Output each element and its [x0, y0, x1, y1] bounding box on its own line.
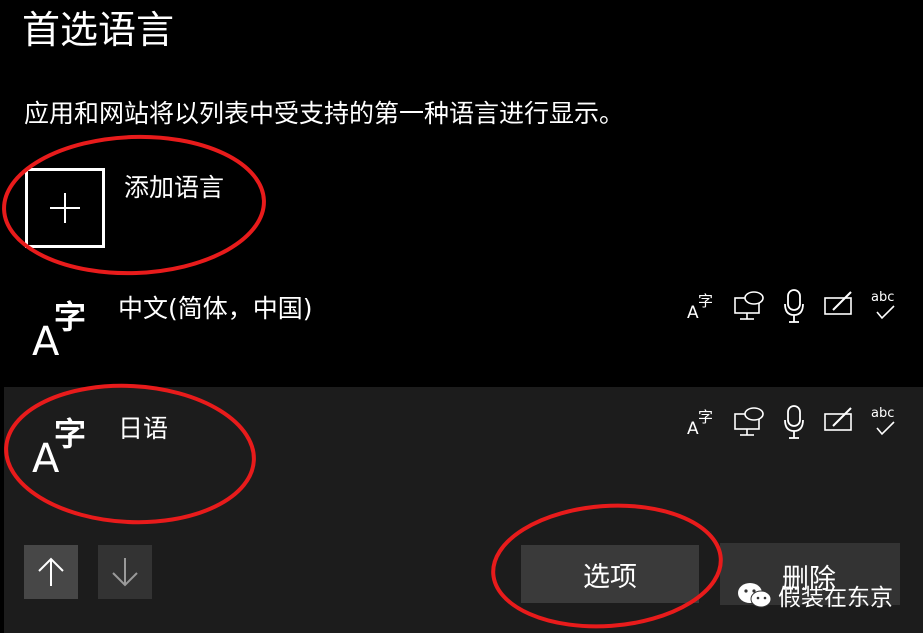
language-name: 中文(简体，中国) [118, 294, 313, 323]
microphone-icon [784, 405, 804, 439]
spell-check-icon: abc [871, 406, 895, 436]
language-feature-icons: A 字 abc [686, 288, 898, 328]
add-language-button[interactable] [25, 168, 105, 248]
add-language-label[interactable]: 添加语言 [124, 170, 224, 206]
move-up-button[interactable] [24, 545, 78, 599]
language-feature-icons: A 字 abc [686, 404, 898, 444]
page-description: 应用和网站将以列表中受支持的第一种语言进行显示。 [24, 99, 625, 128]
wechat-icon [738, 583, 772, 608]
move-down-button[interactable] [98, 545, 152, 599]
microphone-icon [784, 289, 804, 323]
watermark-text: 假装在东京 [778, 585, 893, 611]
language-name: 日语 [118, 414, 169, 443]
plus-icon [50, 193, 80, 223]
svg-text:abc: abc [871, 290, 894, 305]
speech-display-icon [734, 407, 764, 436]
display-language-icon: A 字 [687, 408, 713, 439]
arrow-down-icon [112, 558, 138, 587]
display-language-icon: A 字 [687, 292, 713, 323]
spell-check-icon: abc [871, 290, 895, 320]
language-item-chinese[interactable]: A 字 中文(简体，中国) A 字 abc [0, 280, 923, 380]
language-icon: A 字 [32, 298, 87, 365]
arrow-up-icon [38, 557, 64, 586]
watermark: 假装在东京 [736, 578, 893, 612]
handwriting-icon [824, 291, 852, 315]
svg-text:字: 字 [698, 292, 713, 310]
svg-text:abc: abc [871, 406, 894, 421]
svg-text:字: 字 [698, 408, 713, 426]
options-button[interactable]: 选项 [521, 545, 699, 603]
page-title: 首选语言 [22, 8, 175, 52]
language-icon: A 字 [32, 415, 87, 482]
handwriting-icon [824, 407, 852, 431]
speech-display-icon [734, 291, 764, 320]
